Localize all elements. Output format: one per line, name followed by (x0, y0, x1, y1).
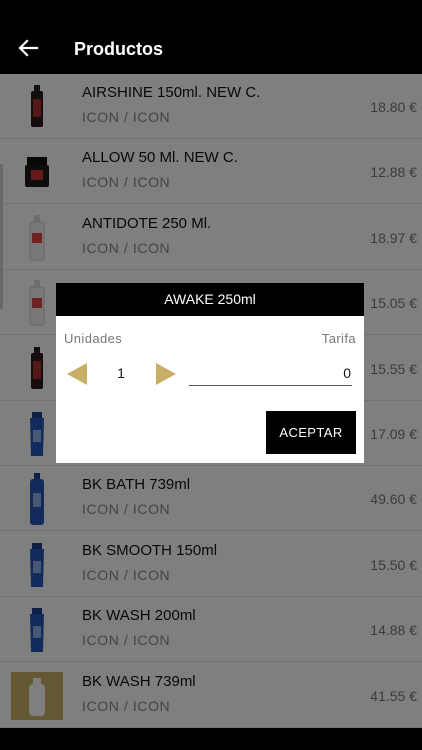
dialog-title: AWAKE 250ml (56, 283, 364, 316)
rate-label: Tarifa (321, 331, 356, 346)
accept-button[interactable]: ACEPTAR (266, 411, 356, 454)
bottom-bar (0, 728, 422, 750)
page-title: Productos (74, 39, 164, 59)
increase-quantity-icon[interactable] (156, 363, 176, 385)
app-bar: Productos (0, 0, 422, 74)
units-label: Unidades (64, 331, 123, 346)
back-arrow-icon[interactable] (17, 37, 39, 59)
quantity-dialog: AWAKE 250ml Unidades Tarifa 1 ACEPTAR (56, 283, 364, 463)
rate-input[interactable] (189, 363, 352, 386)
decrease-quantity-icon[interactable] (67, 363, 87, 385)
quantity-value: 1 (117, 365, 125, 381)
